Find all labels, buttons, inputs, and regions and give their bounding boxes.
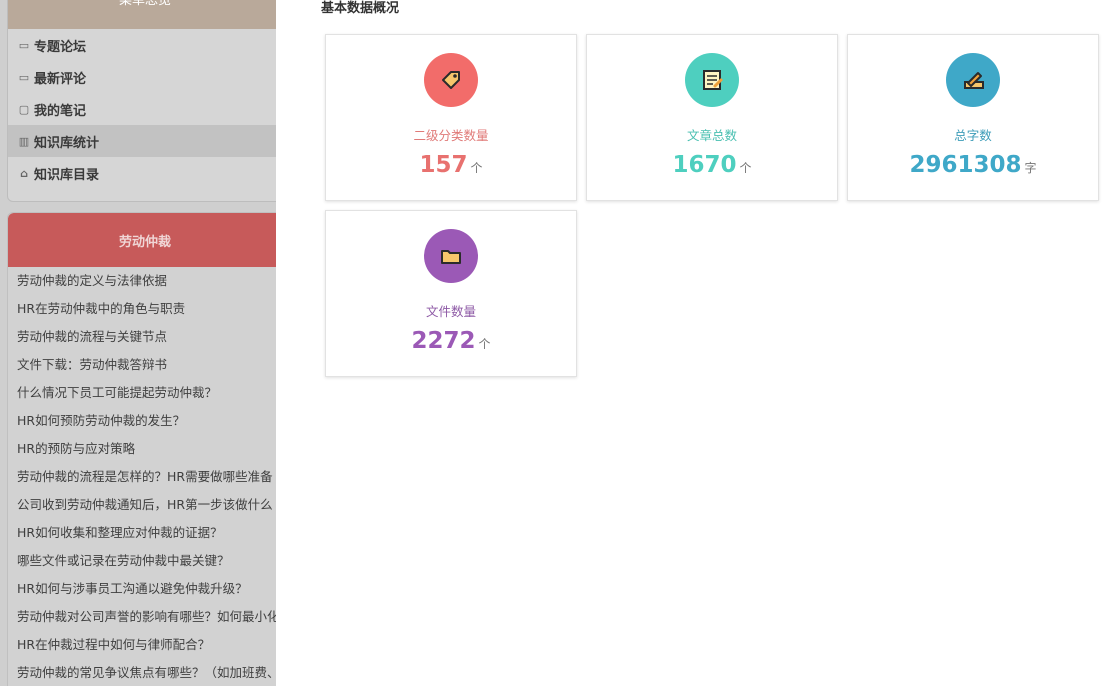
stat-label: 总字数 — [954, 128, 992, 143]
menu-item-stats[interactable]: ▥ 知识库统计 — [8, 125, 276, 157]
stat-value-row: 1670 个 — [587, 152, 837, 178]
document-icon — [685, 53, 739, 107]
list-item[interactable]: HR在劳动仲裁中的角色与职责 — [8, 295, 276, 323]
topic-list: 劳动仲裁的定义与法律依据 HR在劳动仲裁中的角色与职责 劳动仲裁的流程与关键节点… — [8, 267, 276, 686]
stat-value-row: 2961308 字 — [848, 152, 1098, 178]
stat-value-row: 2272 个 — [326, 328, 576, 354]
stat-card-files: 文件数量 2272 个 — [325, 210, 577, 377]
stat-card-articles: 文章总数 1670 个 — [586, 34, 838, 201]
list-item[interactable]: 公司收到劳动仲裁通知后，HR第一步该做什么 — [8, 491, 276, 519]
stat-value: 2961308 — [909, 152, 1022, 178]
stat-unit: 个 — [739, 161, 752, 175]
stat-card-words: 总字数 2961308 字 — [847, 34, 1099, 201]
list-item[interactable]: 劳动仲裁的常见争议焦点有哪些？（如加班费、 — [8, 659, 276, 686]
list-item[interactable]: 文件下载：劳动仲裁答辩书 — [8, 351, 276, 379]
stat-unit: 个 — [478, 337, 491, 351]
menu-card: 菜单总览 ▭ 专题论坛 ▭ 最新评论 ▢ 我的笔记 ▥ 知识库统计 ⌂ 知识库目… — [7, 0, 276, 202]
menu-item-comments[interactable]: ▭ 最新评论 — [8, 61, 276, 93]
stat-value: 157 — [419, 152, 468, 178]
note-icon: ▢ — [18, 102, 30, 116]
home-icon: ⌂ — [20, 166, 28, 180]
list-item[interactable]: HR在仲裁过程中如何与律师配合？ — [8, 631, 276, 659]
menu-item-label: 最新评论 — [34, 71, 87, 87]
menu-item-catalog[interactable]: ⌂ 知识库目录 — [8, 157, 276, 189]
stat-label: 文章总数 — [686, 128, 737, 143]
list-item[interactable]: 劳动仲裁的流程是怎样的？HR需要做哪些准备 — [8, 463, 276, 491]
stat-label: 文件数量 — [425, 304, 476, 319]
stat-unit: 个 — [470, 161, 483, 175]
menu-item-label: 我的笔记 — [34, 103, 87, 119]
topic-header: 劳动仲裁 — [8, 213, 276, 267]
topic-card: 劳动仲裁 劳动仲裁的定义与法律依据 HR在劳动仲裁中的角色与职责 劳动仲裁的流程… — [7, 212, 276, 686]
stat-value-row: 157 个 — [326, 152, 576, 178]
folder-icon — [424, 229, 478, 283]
menu-item-forum[interactable]: ▭ 专题论坛 — [8, 29, 276, 61]
list-item[interactable]: HR如何收集和整理应对仲裁的证据？ — [8, 519, 276, 547]
tag-icon — [424, 53, 478, 107]
section-title: 基本数据概况 — [321, 1, 400, 16]
menu-item-label: 专题论坛 — [34, 39, 87, 55]
menu-item-label: 知识库统计 — [34, 135, 100, 151]
stat-label: 二级分类数量 — [413, 128, 489, 143]
list-item[interactable]: 劳动仲裁的流程与关键节点 — [8, 323, 276, 351]
forum-icon: ▭ — [18, 38, 30, 52]
stat-card-categories: 二级分类数量 157 个 — [325, 34, 577, 201]
list-item[interactable]: 哪些文件或记录在劳动仲裁中最关键？ — [8, 547, 276, 575]
list-item[interactable]: HR如何与涉事员工沟通以避免仲裁升级？ — [8, 575, 276, 603]
page: 菜单总览 ▭ 专题论坛 ▭ 最新评论 ▢ 我的笔记 ▥ 知识库统计 ⌂ 知识库目… — [0, 0, 1107, 686]
stat-unit: 字 — [1024, 161, 1037, 175]
menu-item-label: 知识库目录 — [34, 167, 100, 183]
list-item[interactable]: 劳动仲裁对公司声誉的影响有哪些？如何最小化 — [8, 603, 276, 631]
stat-value: 1670 — [672, 152, 737, 178]
bar-chart-icon: ▥ — [18, 134, 30, 148]
pen-write-icon — [946, 53, 1000, 107]
menu-item-notes[interactable]: ▢ 我的笔记 — [8, 93, 276, 125]
list-item[interactable]: 什么情况下员工可能提起劳动仲裁？ — [8, 379, 276, 407]
stat-value: 2272 — [411, 328, 476, 354]
sidebar: 菜单总览 ▭ 专题论坛 ▭ 最新评论 ▢ 我的笔记 ▥ 知识库统计 ⌂ 知识库目… — [0, 0, 276, 686]
menu-header: 菜单总览 — [8, 0, 276, 29]
list-item[interactable]: 劳动仲裁的定义与法律依据 — [8, 267, 276, 295]
list-item[interactable]: HR的预防与应对策略 — [8, 435, 276, 463]
comment-icon: ▭ — [18, 70, 30, 84]
list-item[interactable]: HR如何预防劳动仲裁的发生？ — [8, 407, 276, 435]
